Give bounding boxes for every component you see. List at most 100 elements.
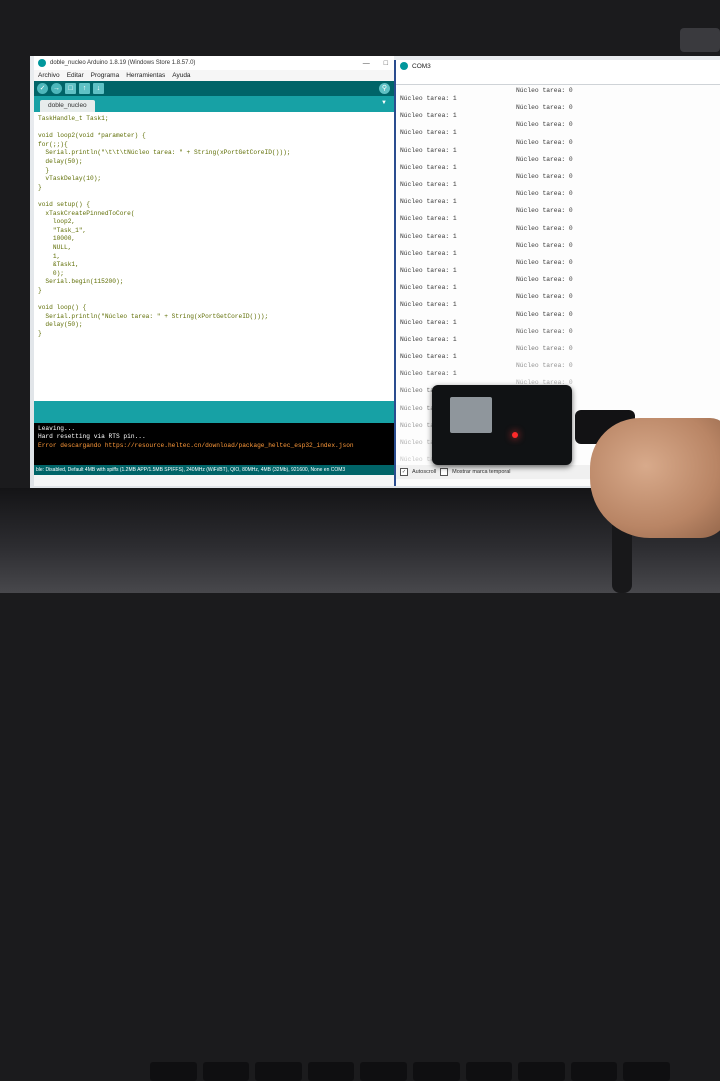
code-line: Serial.println("Núcleo tarea: " + String… [38,312,269,320]
serial-line-core0: Núcleo tarea: 0 [516,362,573,370]
serial-line-core0: Núcleo tarea: 0 [516,293,573,301]
serial-port-title: COM3 [412,62,431,70]
timestamp-label: Mostrar marca temporal [452,469,511,475]
code-line: void setup() { [38,200,90,208]
code-line: &Task1, [38,261,79,269]
serial-line-core1: Núcleo tarea: 1 [400,318,457,326]
serial-line-core1: Núcleo tarea: 1 [400,249,457,257]
ide-toolbar: ✓ → □ ↑ ↓ ⚲ [34,81,394,96]
menu-editar[interactable]: Editar [67,72,84,79]
code-line: vTaskDelay(10); [38,175,102,183]
code-line: } [38,286,42,294]
power-led [512,432,518,438]
console-divider [34,401,394,423]
menu-herramientas[interactable]: Herramientas [126,72,165,79]
window-title: doble_nucleo Arduino 1.8.19 (Windows Sto… [50,60,196,66]
code-line: xTaskCreatePinnedToCore( [38,209,135,217]
serial-line-core0: Núcleo tarea: 0 [516,224,573,232]
menu-programa[interactable]: Programa [91,72,120,79]
serial-line-core1: Núcleo tarea: 1 [400,284,457,292]
serial-line-core0: Núcleo tarea: 0 [516,121,573,129]
serial-line-core1: Núcleo tarea: 1 [400,181,457,188]
minimize-icon[interactable]: — [363,60,370,67]
menu-archivo[interactable]: Archivo [38,72,60,79]
serial-line-core1: Núcleo tarea: 1 [400,353,457,360]
maximize-icon[interactable]: □ [384,60,388,67]
code-line: TaskHandle_t Task1; [38,115,109,122]
code-line: Serial.println("\t\t\tNúcleo tarea: " + … [38,149,291,157]
code-line: loop2, [38,218,76,226]
serial-line-core1: Núcleo tarea: 1 [400,232,457,240]
serial-line-core0: Núcleo tarea: 0 [516,276,573,284]
serial-line-core0: Núcleo tarea: 0 [516,241,573,249]
serial-line-core1: Núcleo tarea: 1 [400,163,457,171]
code-line: delay(50); [38,157,83,165]
serial-line-core1: Núcleo tarea: 1 [400,129,457,137]
serial-line-core1: Núcleo tarea: 1 [400,370,457,378]
serial-send-input[interactable] [396,72,720,85]
serial-line-core0: Núcleo tarea: 0 [516,345,573,352]
timestamp-checkbox[interactable] [440,468,449,476]
code-line: delay(50); [38,321,83,329]
serial-line-core0: Núcleo tarea: 0 [516,138,573,146]
arduino-ide-window: doble_nucleo Arduino 1.8.19 (Windows Sto… [34,56,394,486]
menu-ayuda[interactable]: Ayuda [172,72,190,79]
serial-titlebar: COM3 [396,60,720,72]
esp32-module [450,397,492,433]
serial-line-core0: Núcleo tarea: 0 [516,310,573,318]
console-line: Error descargando https://resource.helte… [38,441,354,449]
serial-line-core1: Núcleo tarea: 1 [400,301,457,309]
serial-line-core0: Núcleo tarea: 0 [516,104,573,112]
save-file-icon[interactable]: ↓ [93,83,104,94]
serial-line-core1: Núcleo tarea: 1 [400,146,457,154]
hand [590,418,720,538]
serial-line-core1: Núcleo tarea: 1 [400,267,457,274]
arduino-app-icon [38,59,46,67]
code-line: } [38,329,42,337]
open-file-icon[interactable]: ↑ [79,83,90,94]
ide-titlebar: doble_nucleo Arduino 1.8.19 (Windows Sto… [34,56,394,70]
code-line: void loop2(void *parameter) { [38,132,146,140]
code-line: 0); [38,269,64,277]
serial-line-core0: Núcleo tarea: 0 [516,155,573,163]
serial-line-core1: Núcleo tarea: 1 [400,95,457,102]
code-line: } [38,183,42,191]
code-line: void loop() { [38,304,87,312]
board-status-bar: ble: Disabled, Default 4MB with spiffs (… [34,465,394,475]
console-line: Hard resetting via RTS pin... [38,433,146,441]
serial-monitor-icon[interactable]: ⚲ [379,83,390,94]
serial-line-core1: Núcleo tarea: 1 [400,215,457,223]
tab-menu-chevron-down-icon[interactable]: ▼ [381,100,389,108]
output-console: Leaving... Hard resetting via RTS pin... E… [34,423,394,465]
tab-doble-nucleo[interactable]: doble_nucleo [40,100,95,112]
serial-line-core0: Núcleo tarea: 0 [516,190,573,198]
code-line: 1, [38,252,61,260]
serial-line-core1: Núcleo tarea: 1 [400,112,457,120]
corner-reflection [680,28,720,52]
serial-line-core1: Núcleo tarea: 1 [400,198,457,206]
code-line: Serial.begin(115200); [38,278,124,286]
code-line: NULL, [38,243,72,251]
code-line: } [38,166,50,174]
code-line: 10000, [38,235,76,243]
serial-line-core0: Núcleo tarea: 0 [516,259,573,266]
code-editor[interactable]: TaskHandle_t Task1; void loop2(void *para… [34,112,394,401]
upload-icon[interactable]: → [51,83,62,94]
verify-icon[interactable]: ✓ [37,83,48,94]
arduino-app-icon [400,62,408,70]
serial-line-core0: Núcleo tarea: 0 [516,207,573,215]
tab-bar: doble_nucleo ▼ [34,96,394,112]
autoscroll-checkbox[interactable]: ✓ [400,468,408,476]
menu-bar: Archivo Editar Programa Herramientas Ayu… [34,70,394,81]
code-line: "Task_1", [38,226,87,234]
keyboard-keys [150,1062,670,1081]
new-file-icon[interactable]: □ [65,83,76,94]
code-line: for(;;){ [38,140,68,148]
serial-line-core1: Núcleo tarea: 1 [400,335,457,343]
serial-line-core0: Núcleo tarea: 0 [516,173,573,180]
esp32-board [432,385,572,465]
console-line: Leaving... [38,425,76,432]
